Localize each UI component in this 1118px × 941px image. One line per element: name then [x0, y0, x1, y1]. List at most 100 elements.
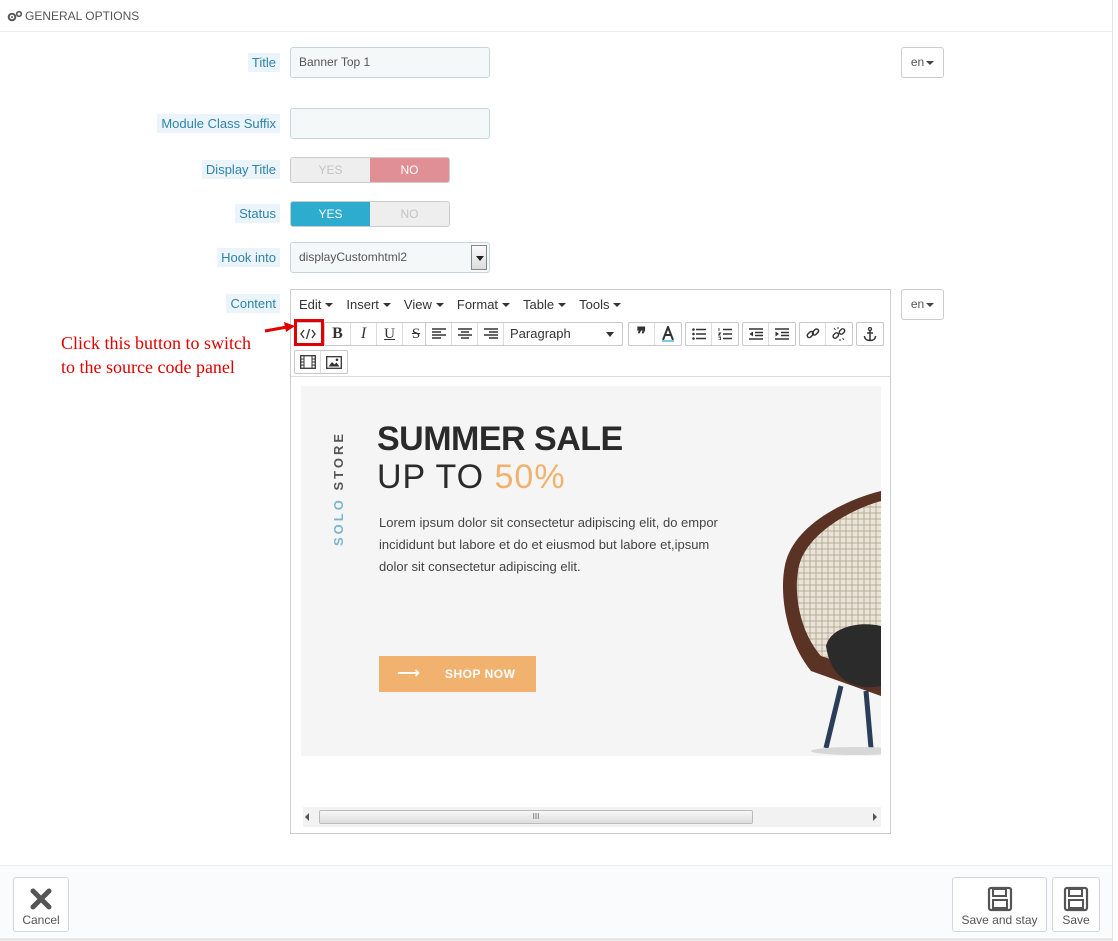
hook-into-value: displayCustomhtml2 [299, 250, 408, 264]
list-group [685, 322, 739, 346]
title-lang-button[interactable]: en [901, 47, 944, 78]
text-color-button[interactable] [655, 323, 681, 345]
status-label: Status [235, 204, 280, 223]
caret-down-icon [926, 60, 935, 65]
unlink-icon [832, 327, 846, 341]
banner-body-text: Lorem ipsum dolor sit consectetur adipis… [379, 515, 718, 574]
insert-link-button[interactable] [800, 323, 826, 345]
chair-image [782, 491, 881, 755]
horizontal-scrollbar[interactable]: III [303, 807, 881, 827]
caret-down-icon [435, 303, 444, 308]
scroll-left-arrow-icon[interactable] [305, 813, 309, 821]
close-icon [30, 888, 52, 910]
anchor-icon [863, 326, 877, 341]
scrollbar-thumb[interactable]: III [319, 810, 753, 824]
content-label: Content [226, 294, 280, 313]
display-title-no[interactable]: NO [370, 158, 449, 182]
menu-tools[interactable]: Tools [573, 297, 627, 312]
quote-color-group: ❞ [628, 322, 682, 346]
save-icon [987, 886, 1012, 912]
menu-view[interactable]: View [398, 297, 450, 312]
caret-down-icon [382, 303, 391, 308]
align-center-button[interactable] [452, 323, 478, 345]
underline-button[interactable]: U [377, 323, 403, 345]
banner-vertical-text: SOLO STORE [331, 430, 346, 546]
menu-insert[interactable]: Insert [340, 297, 397, 312]
blockquote-icon: ❞ [636, 323, 647, 344]
align-left-icon [431, 328, 446, 339]
blockquote-button[interactable]: ❞ [629, 323, 655, 345]
numbered-list-icon [718, 328, 732, 340]
caret-down-icon [558, 303, 567, 308]
align-format-group: Paragraph [425, 322, 623, 346]
menu-table[interactable]: Table [517, 297, 572, 312]
save-and-stay-button[interactable]: Save and stay [952, 877, 1047, 932]
italic-button[interactable]: I [351, 323, 377, 345]
insert-image-button[interactable] [321, 351, 347, 373]
outdent-button[interactable] [743, 323, 769, 345]
caret-down-icon [502, 303, 511, 308]
outer-border [1112, 0, 1113, 941]
content-lang-button[interactable]: en [901, 289, 944, 320]
image-icon [326, 355, 342, 369]
editor-menubar: Edit Insert View Format Table Tools [291, 290, 890, 318]
panel-heading: GENERAL OPTIONS [0, 0, 1112, 32]
text-color-icon [662, 326, 674, 342]
caret-down-icon [325, 303, 334, 308]
panel-title: GENERAL OPTIONS [25, 9, 140, 23]
display-title-switch[interactable]: YES NO [290, 157, 450, 183]
display-title-yes[interactable]: YES [291, 158, 370, 182]
bold-button[interactable]: B [325, 323, 351, 345]
red-arrow-icon [264, 322, 295, 333]
status-no[interactable]: NO [370, 202, 449, 226]
text-style-group: B I U S [324, 322, 430, 346]
bullet-list-icon [691, 328, 706, 340]
cancel-button[interactable]: Cancel [13, 877, 69, 932]
align-right-button[interactable] [478, 323, 504, 345]
anchor-button[interactable] [857, 323, 883, 345]
module-class-suffix-input[interactable] [290, 108, 490, 139]
save-button[interactable]: Save [1052, 877, 1100, 932]
module-class-suffix-label: Module Class Suffix [157, 114, 280, 133]
numbered-list-button[interactable] [712, 323, 738, 345]
shop-now-button[interactable]: ⟶ SHOP NOW [379, 656, 536, 692]
caret-down-icon [613, 303, 622, 308]
align-right-icon [483, 328, 498, 339]
status-yes[interactable]: YES [291, 202, 370, 226]
banner-subheading: UP TO 50% [377, 458, 566, 496]
select-arrow-icon[interactable] [471, 245, 487, 270]
rich-text-editor: Edit Insert View Format Table Tools B I … [290, 289, 891, 834]
title-input[interactable]: Banner Top 1 [290, 47, 490, 78]
scroll-right-arrow-icon[interactable] [873, 813, 877, 821]
media-group [294, 350, 348, 374]
editor-toolbar: B I U S Paragraph ❞ [291, 319, 890, 377]
form-footer: Cancel Save and stay Save [0, 865, 1112, 941]
insert-video-button[interactable] [295, 351, 321, 373]
banner-heading: SUMMER SALE [377, 420, 623, 458]
link-group [799, 322, 853, 346]
editor-content-area[interactable]: SOLO STORE SUMMER SALE UP TO 50% Lorem i… [291, 378, 890, 808]
title-label: Title [247, 53, 280, 72]
align-left-button[interactable] [426, 323, 452, 345]
bullet-list-button[interactable] [686, 323, 712, 345]
hook-into-select[interactable]: displayCustomhtml2 [290, 242, 490, 273]
link-icon [805, 328, 819, 339]
summer-sale-banner: SOLO STORE SUMMER SALE UP TO 50% Lorem i… [301, 386, 881, 756]
indent-button[interactable] [769, 323, 795, 345]
film-icon [299, 355, 316, 369]
save-icon [1063, 886, 1089, 912]
align-center-icon [457, 328, 472, 339]
hook-into-label: Hook into [217, 248, 280, 267]
source-code-icon [300, 328, 316, 340]
anchor-group [856, 322, 884, 346]
format-select[interactable]: Paragraph [504, 323, 622, 345]
status-switch[interactable]: YES NO [290, 201, 450, 227]
arrow-right-icon: ⟶ [397, 665, 421, 682]
menu-edit[interactable]: Edit [293, 297, 339, 312]
outdent-icon [748, 328, 763, 340]
menu-format[interactable]: Format [451, 297, 516, 312]
display-title-label: Display Title [201, 160, 280, 179]
caret-down-icon [926, 302, 935, 307]
remove-link-button[interactable] [826, 323, 852, 345]
annotation-text: Click this button to switch to the sourc… [61, 333, 252, 377]
